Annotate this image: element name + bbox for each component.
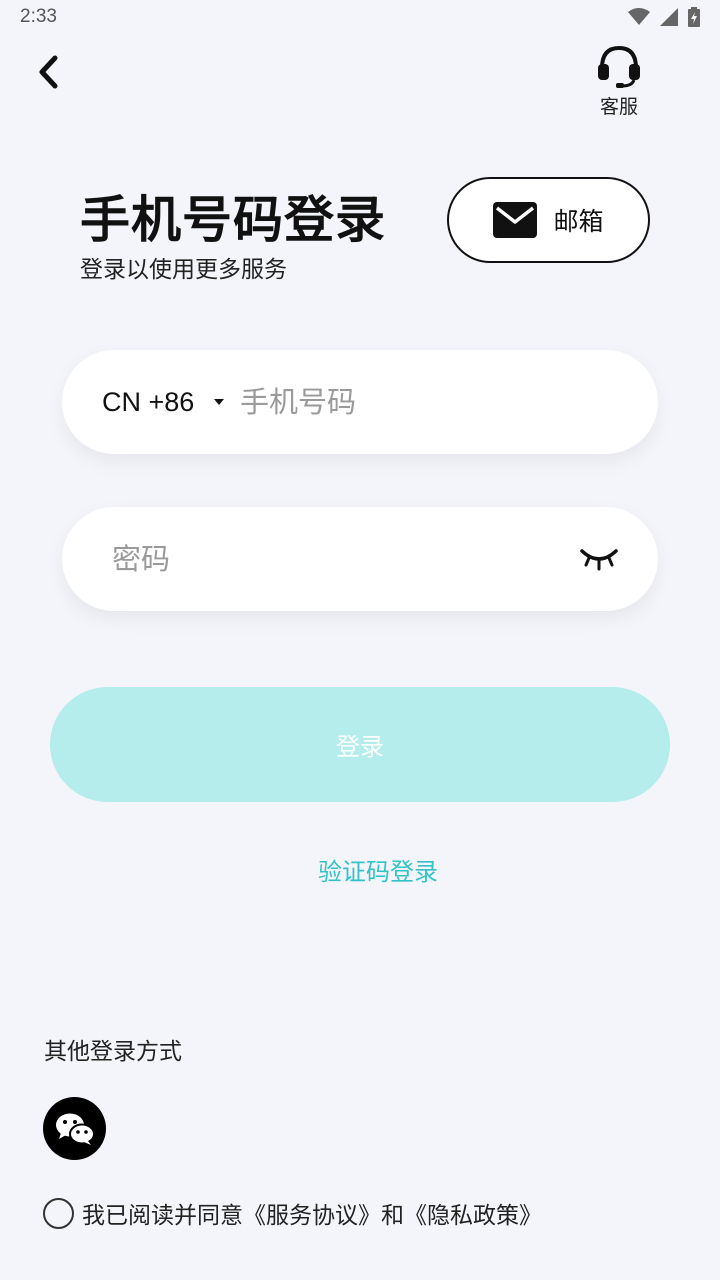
email-login-label: 邮箱 [553,207,604,236]
password-field [62,507,658,611]
agreement-text[interactable]: 我已阅读并同意《服务协议》和《隐私政策》 [82,1196,542,1230]
wechat-icon [55,1113,95,1145]
password-visibility-toggle[interactable] [580,545,618,573]
customer-service-button[interactable]: 客服 [590,44,648,130]
mail-icon [493,202,538,238]
customer-service-label: 客服 [599,96,638,118]
chevron-left-icon [39,55,58,89]
code-login-link[interactable]: 验证码登录 [0,852,720,887]
battery-icon [688,7,700,31]
agreement-row: 我已阅读并同意《服务协议》和《隐私政策》 [43,1196,542,1230]
status-time: 2:33 [20,6,57,27]
wifi-icon [628,8,650,30]
wechat-login-button[interactable] [43,1097,106,1160]
password-input[interactable] [112,535,552,583]
login-screen: 2:33 客服 手机号码登录 登录以使用更多服务 邮箱 CN +86 手机号码 … [0,0,720,1280]
eye-closed-icon [580,549,618,571]
headset-icon [598,45,640,88]
phone-field: CN +86 [62,350,658,454]
page-subtitle: 登录以使用更多服务 [80,257,287,283]
status-icons [628,7,700,31]
other-login-title: 其他登录方式 [44,1039,182,1065]
page-title: 手机号码登录 [80,191,386,249]
login-button[interactable]: 登录 [50,687,670,802]
back-button[interactable] [28,50,68,94]
signal-icon [660,8,678,30]
agreement-checkbox[interactable] [43,1197,74,1229]
phone-input[interactable] [240,378,620,426]
status-bar: 2:33 [0,0,720,36]
country-code-select[interactable]: CN +86 [102,350,225,454]
caret-down-icon [214,399,225,405]
email-login-switch-button[interactable]: 邮箱 [447,177,650,263]
country-code-value: CN +86 [102,386,195,417]
